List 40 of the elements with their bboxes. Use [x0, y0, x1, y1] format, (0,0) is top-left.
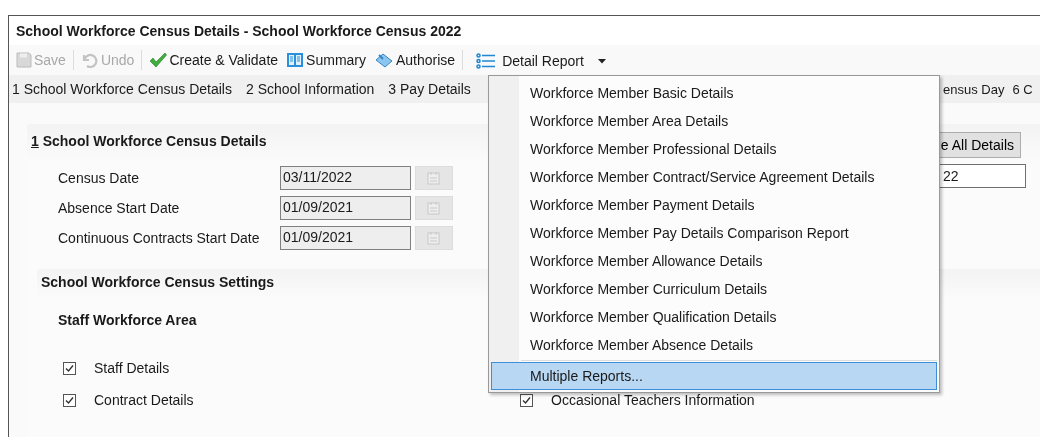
menu-item[interactable]: Workforce Member Basic Details — [491, 79, 937, 107]
validate-button[interactable]: Create & Validate — [145, 50, 283, 70]
menu-item[interactable]: Multiple Reports... — [491, 362, 937, 390]
area-heading: Staff Workforce Area — [58, 312, 197, 328]
section-link[interactable]: 2 School Information — [245, 81, 375, 97]
calendar-icon — [427, 231, 441, 245]
summary-button[interactable]: Summary — [282, 50, 370, 70]
settings-heading: School Workforce Census Settings — [41, 274, 275, 290]
menu-item[interactable]: Workforce Member Area Details — [491, 107, 937, 135]
menu-item[interactable]: Workforce Member Qualification Details — [491, 303, 937, 331]
book-icon — [286, 52, 305, 68]
menu-item[interactable]: Workforce Member Pay Details Comparison Report — [491, 219, 937, 247]
menu-item[interactable]: Workforce Member Curriculum Details — [491, 275, 937, 303]
list-icon — [476, 53, 497, 69]
checkbox[interactable] — [63, 361, 76, 375]
field-label: Continuous Contracts Start Date — [58, 230, 261, 246]
section-heading: 1 School Workforce Census Details — [31, 133, 267, 149]
checkbox-label: Staff Details — [94, 360, 170, 376]
checkbox[interactable] — [520, 393, 533, 407]
section-link[interactable]: 1 School Workforce Census Details — [12, 81, 232, 97]
checkbox-label: Occasional Teachers Information — [551, 392, 755, 408]
authorise-button[interactable]: Authorise — [370, 50, 460, 70]
section-link[interactable]: ensus Day — [943, 81, 1005, 97]
undo-arrow-icon — [80, 52, 99, 68]
menu-item[interactable]: Workforce Member Absence Details — [491, 331, 937, 359]
calendar-icon — [427, 201, 441, 215]
check-mark-icon — [149, 52, 168, 68]
caret-down-icon — [597, 58, 606, 64]
field-label: Census Date — [58, 170, 140, 186]
field-label: Absence Start Date — [58, 200, 181, 216]
menu-item[interactable]: Workforce Member Payment Details — [491, 191, 937, 219]
section-link[interactable]: 6 C — [1012, 81, 1033, 97]
section-link[interactable]: 3 Pay Details — [388, 81, 471, 97]
stamp-icon — [374, 52, 394, 68]
calendar-icon — [427, 171, 441, 185]
window-title: School Workforce Census Details - School Workforce Census 2022 — [9, 16, 1040, 45]
menu-item[interactable]: Workforce Member Allowance Details — [491, 247, 937, 275]
checkbox[interactable] — [63, 393, 76, 407]
detail-report-button[interactable]: Detail Report — [472, 47, 610, 75]
checkbox-label: Contract Details — [94, 392, 194, 408]
